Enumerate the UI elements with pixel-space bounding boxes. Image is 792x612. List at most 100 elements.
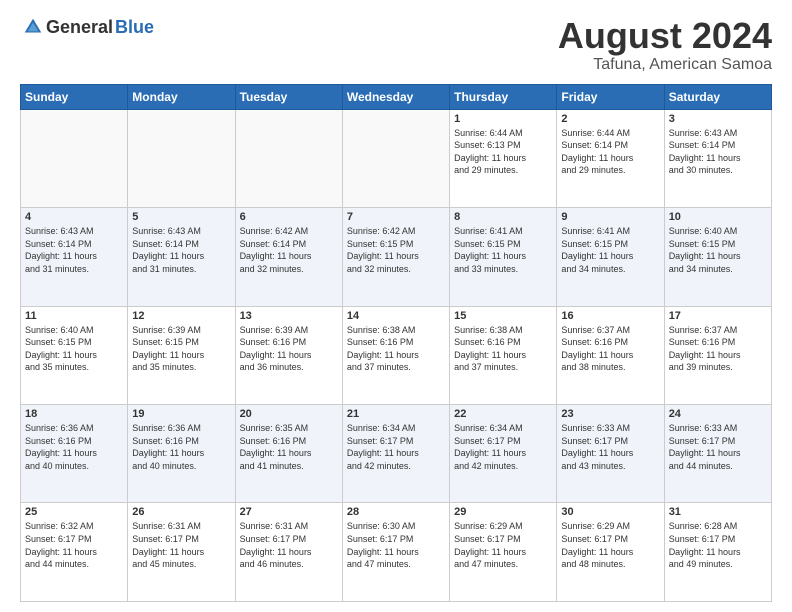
calendar-cell: 24Sunrise: 6:33 AMSunset: 6:17 PMDayligh…	[664, 405, 771, 503]
calendar-cell: 22Sunrise: 6:34 AMSunset: 6:17 PMDayligh…	[450, 405, 557, 503]
col-monday: Monday	[128, 84, 235, 109]
day-number: 27	[240, 506, 338, 518]
day-info: Sunrise: 6:32 AMSunset: 6:17 PMDaylight:…	[25, 520, 123, 570]
day-number: 9	[561, 211, 659, 223]
calendar-cell	[342, 109, 449, 207]
day-info: Sunrise: 6:36 AMSunset: 6:16 PMDaylight:…	[25, 422, 123, 472]
calendar-cell: 23 Sunrise: 6:33 AMSunset: 6:17 PMDayligh…	[557, 405, 664, 503]
calendar-cell: 4Sunrise: 6:43 AMSunset: 6:14 PMDaylight…	[21, 208, 128, 306]
day-info: Sunrise: 6:33 AMSunset: 6:17 PMDaylight:…	[561, 422, 659, 472]
day-number: 23	[561, 408, 659, 420]
calendar-cell: 3 Sunrise: 6:43 AMSunset: 6:14 PMDaylight…	[664, 109, 771, 207]
calendar-cell: 21 Sunrise: 6:34 AMSunset: 6:17 PMDayligh…	[342, 405, 449, 503]
day-info: Sunrise: 6:43 AMSunset: 6:14 PMDaylight:…	[132, 225, 230, 275]
day-number: 17	[669, 310, 767, 322]
day-number: 21	[347, 408, 445, 420]
day-info: Sunrise: 6:42 AMSunset: 6:14 PMDaylight:…	[240, 225, 338, 275]
calendar-cell: 9Sunrise: 6:41 AMSunset: 6:15 PMDaylight…	[557, 208, 664, 306]
calendar-cell: 19 Sunrise: 6:36 AMSunset: 6:16 PMDayligh…	[128, 405, 235, 503]
calendar-cell: 30 Sunrise: 6:29 AMSunset: 6:17 PMDayligh…	[557, 503, 664, 602]
day-info: Sunrise: 6:30 AMSunset: 6:17 PMDaylight:…	[347, 520, 445, 570]
day-info: Sunrise: 6:34 AMSunset: 6:17 PMDaylight:…	[347, 422, 445, 472]
day-number: 31	[669, 506, 767, 518]
day-info: Sunrise: 6:28 AMSunset: 6:17 PMDaylight:…	[669, 520, 767, 570]
day-number: 16	[561, 310, 659, 322]
logo-icon	[22, 16, 44, 38]
day-info: Sunrise: 6:29 AMSunset: 6:17 PMDaylight:…	[454, 520, 552, 570]
col-wednesday: Wednesday	[342, 84, 449, 109]
calendar-cell: 15 Sunrise: 6:38 AMSunset: 6:16 PMDayligh…	[450, 306, 557, 404]
calendar: Sunday Monday Tuesday Wednesday Thursday…	[20, 84, 772, 602]
day-number: 30	[561, 506, 659, 518]
day-number: 25	[25, 506, 123, 518]
calendar-cell: 5Sunrise: 6:43 AMSunset: 6:14 PMDaylight…	[128, 208, 235, 306]
calendar-cell: 17 Sunrise: 6:37 AMSunset: 6:16 PMDayligh…	[664, 306, 771, 404]
day-number: 19	[132, 408, 230, 420]
day-info: Sunrise: 6:38 AMSunset: 6:16 PMDaylight:…	[454, 324, 552, 374]
col-friday: Friday	[557, 84, 664, 109]
col-tuesday: Tuesday	[235, 84, 342, 109]
page: GeneralBlue August 2024 Tafuna, American…	[0, 0, 792, 612]
calendar-cell: 26 Sunrise: 6:31 AMSunset: 6:17 PMDayligh…	[128, 503, 235, 602]
day-info: Sunrise: 6:38 AMSunset: 6:16 PMDaylight:…	[347, 324, 445, 374]
day-info: Sunrise: 6:42 AMSunset: 6:15 PMDaylight:…	[347, 225, 445, 275]
day-info: Sunrise: 6:43 AMSunset: 6:14 PMDaylight:…	[669, 127, 767, 177]
day-number: 8	[454, 211, 552, 223]
header-row: Sunday Monday Tuesday Wednesday Thursday…	[21, 84, 772, 109]
calendar-cell: 11Sunrise: 6:40 AMSunset: 6:15 PMDayligh…	[21, 306, 128, 404]
calendar-cell: 14 Sunrise: 6:38 AMSunset: 6:16 PMDayligh…	[342, 306, 449, 404]
day-info: Sunrise: 6:43 AMSunset: 6:14 PMDaylight:…	[25, 225, 123, 275]
page-subtitle: Tafuna, American Samoa	[558, 56, 772, 74]
day-number: 10	[669, 211, 767, 223]
day-number: 13	[240, 310, 338, 322]
calendar-cell: 16Sunrise: 6:37 AMSunset: 6:16 PMDayligh…	[557, 306, 664, 404]
day-info: Sunrise: 6:39 AMSunset: 6:15 PMDaylight:…	[132, 324, 230, 374]
calendar-cell: 28 Sunrise: 6:30 AMSunset: 6:17 PMDayligh…	[342, 503, 449, 602]
calendar-cell: 20Sunrise: 6:35 AMSunset: 6:16 PMDayligh…	[235, 405, 342, 503]
day-info: Sunrise: 6:41 AMSunset: 6:15 PMDaylight:…	[454, 225, 552, 275]
day-number: 28	[347, 506, 445, 518]
col-saturday: Saturday	[664, 84, 771, 109]
day-number: 29	[454, 506, 552, 518]
calendar-cell: 8 Sunrise: 6:41 AMSunset: 6:15 PMDaylight…	[450, 208, 557, 306]
day-number: 6	[240, 211, 338, 223]
header: GeneralBlue August 2024 Tafuna, American…	[20, 16, 772, 74]
day-info: Sunrise: 6:31 AMSunset: 6:17 PMDaylight:…	[240, 520, 338, 570]
day-number: 3	[669, 113, 767, 125]
day-number: 14	[347, 310, 445, 322]
logo: GeneralBlue	[20, 16, 154, 38]
col-sunday: Sunday	[21, 84, 128, 109]
day-number: 1	[454, 113, 552, 125]
calendar-cell: 2Sunrise: 6:44 AMSunset: 6:14 PMDaylight…	[557, 109, 664, 207]
day-number: 22	[454, 408, 552, 420]
day-info: Sunrise: 6:39 AMSunset: 6:16 PMDaylight:…	[240, 324, 338, 374]
day-number: 12	[132, 310, 230, 322]
calendar-cell: 10 Sunrise: 6:40 AMSunset: 6:15 PMDayligh…	[664, 208, 771, 306]
calendar-body: 1 Sunrise: 6:44 AMSunset: 6:13 PMDaylight…	[21, 109, 772, 601]
page-title: August 2024	[558, 16, 772, 56]
day-info: Sunrise: 6:36 AMSunset: 6:16 PMDaylight:…	[132, 422, 230, 472]
day-info: Sunrise: 6:44 AMSunset: 6:13 PMDaylight:…	[454, 127, 552, 177]
calendar-cell: 25 Sunrise: 6:32 AMSunset: 6:17 PMDayligh…	[21, 503, 128, 602]
calendar-cell: 7Sunrise: 6:42 AMSunset: 6:15 PMDaylight…	[342, 208, 449, 306]
calendar-cell: 6 Sunrise: 6:42 AMSunset: 6:14 PMDaylight…	[235, 208, 342, 306]
day-info: Sunrise: 6:37 AMSunset: 6:16 PMDaylight:…	[669, 324, 767, 374]
calendar-cell	[128, 109, 235, 207]
calendar-cell: 31 Sunrise: 6:28 AMSunset: 6:17 PMDayligh…	[664, 503, 771, 602]
day-number: 26	[132, 506, 230, 518]
logo-general: General	[46, 17, 113, 38]
calendar-header: Sunday Monday Tuesday Wednesday Thursday…	[21, 84, 772, 109]
day-info: Sunrise: 6:40 AMSunset: 6:15 PMDaylight:…	[669, 225, 767, 275]
day-number: 15	[454, 310, 552, 322]
day-info: Sunrise: 6:29 AMSunset: 6:17 PMDaylight:…	[561, 520, 659, 570]
day-info: Sunrise: 6:35 AMSunset: 6:16 PMDaylight:…	[240, 422, 338, 472]
calendar-cell	[235, 109, 342, 207]
calendar-cell: 12 Sunrise: 6:39 AMSunset: 6:15 PMDayligh…	[128, 306, 235, 404]
day-info: Sunrise: 6:31 AMSunset: 6:17 PMDaylight:…	[132, 520, 230, 570]
day-number: 11	[25, 310, 123, 322]
day-number: 24	[669, 408, 767, 420]
calendar-cell: 27 Sunrise: 6:31 AMSunset: 6:17 PMDayligh…	[235, 503, 342, 602]
calendar-cell: 29 Sunrise: 6:29 AMSunset: 6:17 PMDayligh…	[450, 503, 557, 602]
logo-blue: Blue	[115, 17, 154, 38]
title-block: August 2024 Tafuna, American Samoa	[558, 16, 772, 74]
